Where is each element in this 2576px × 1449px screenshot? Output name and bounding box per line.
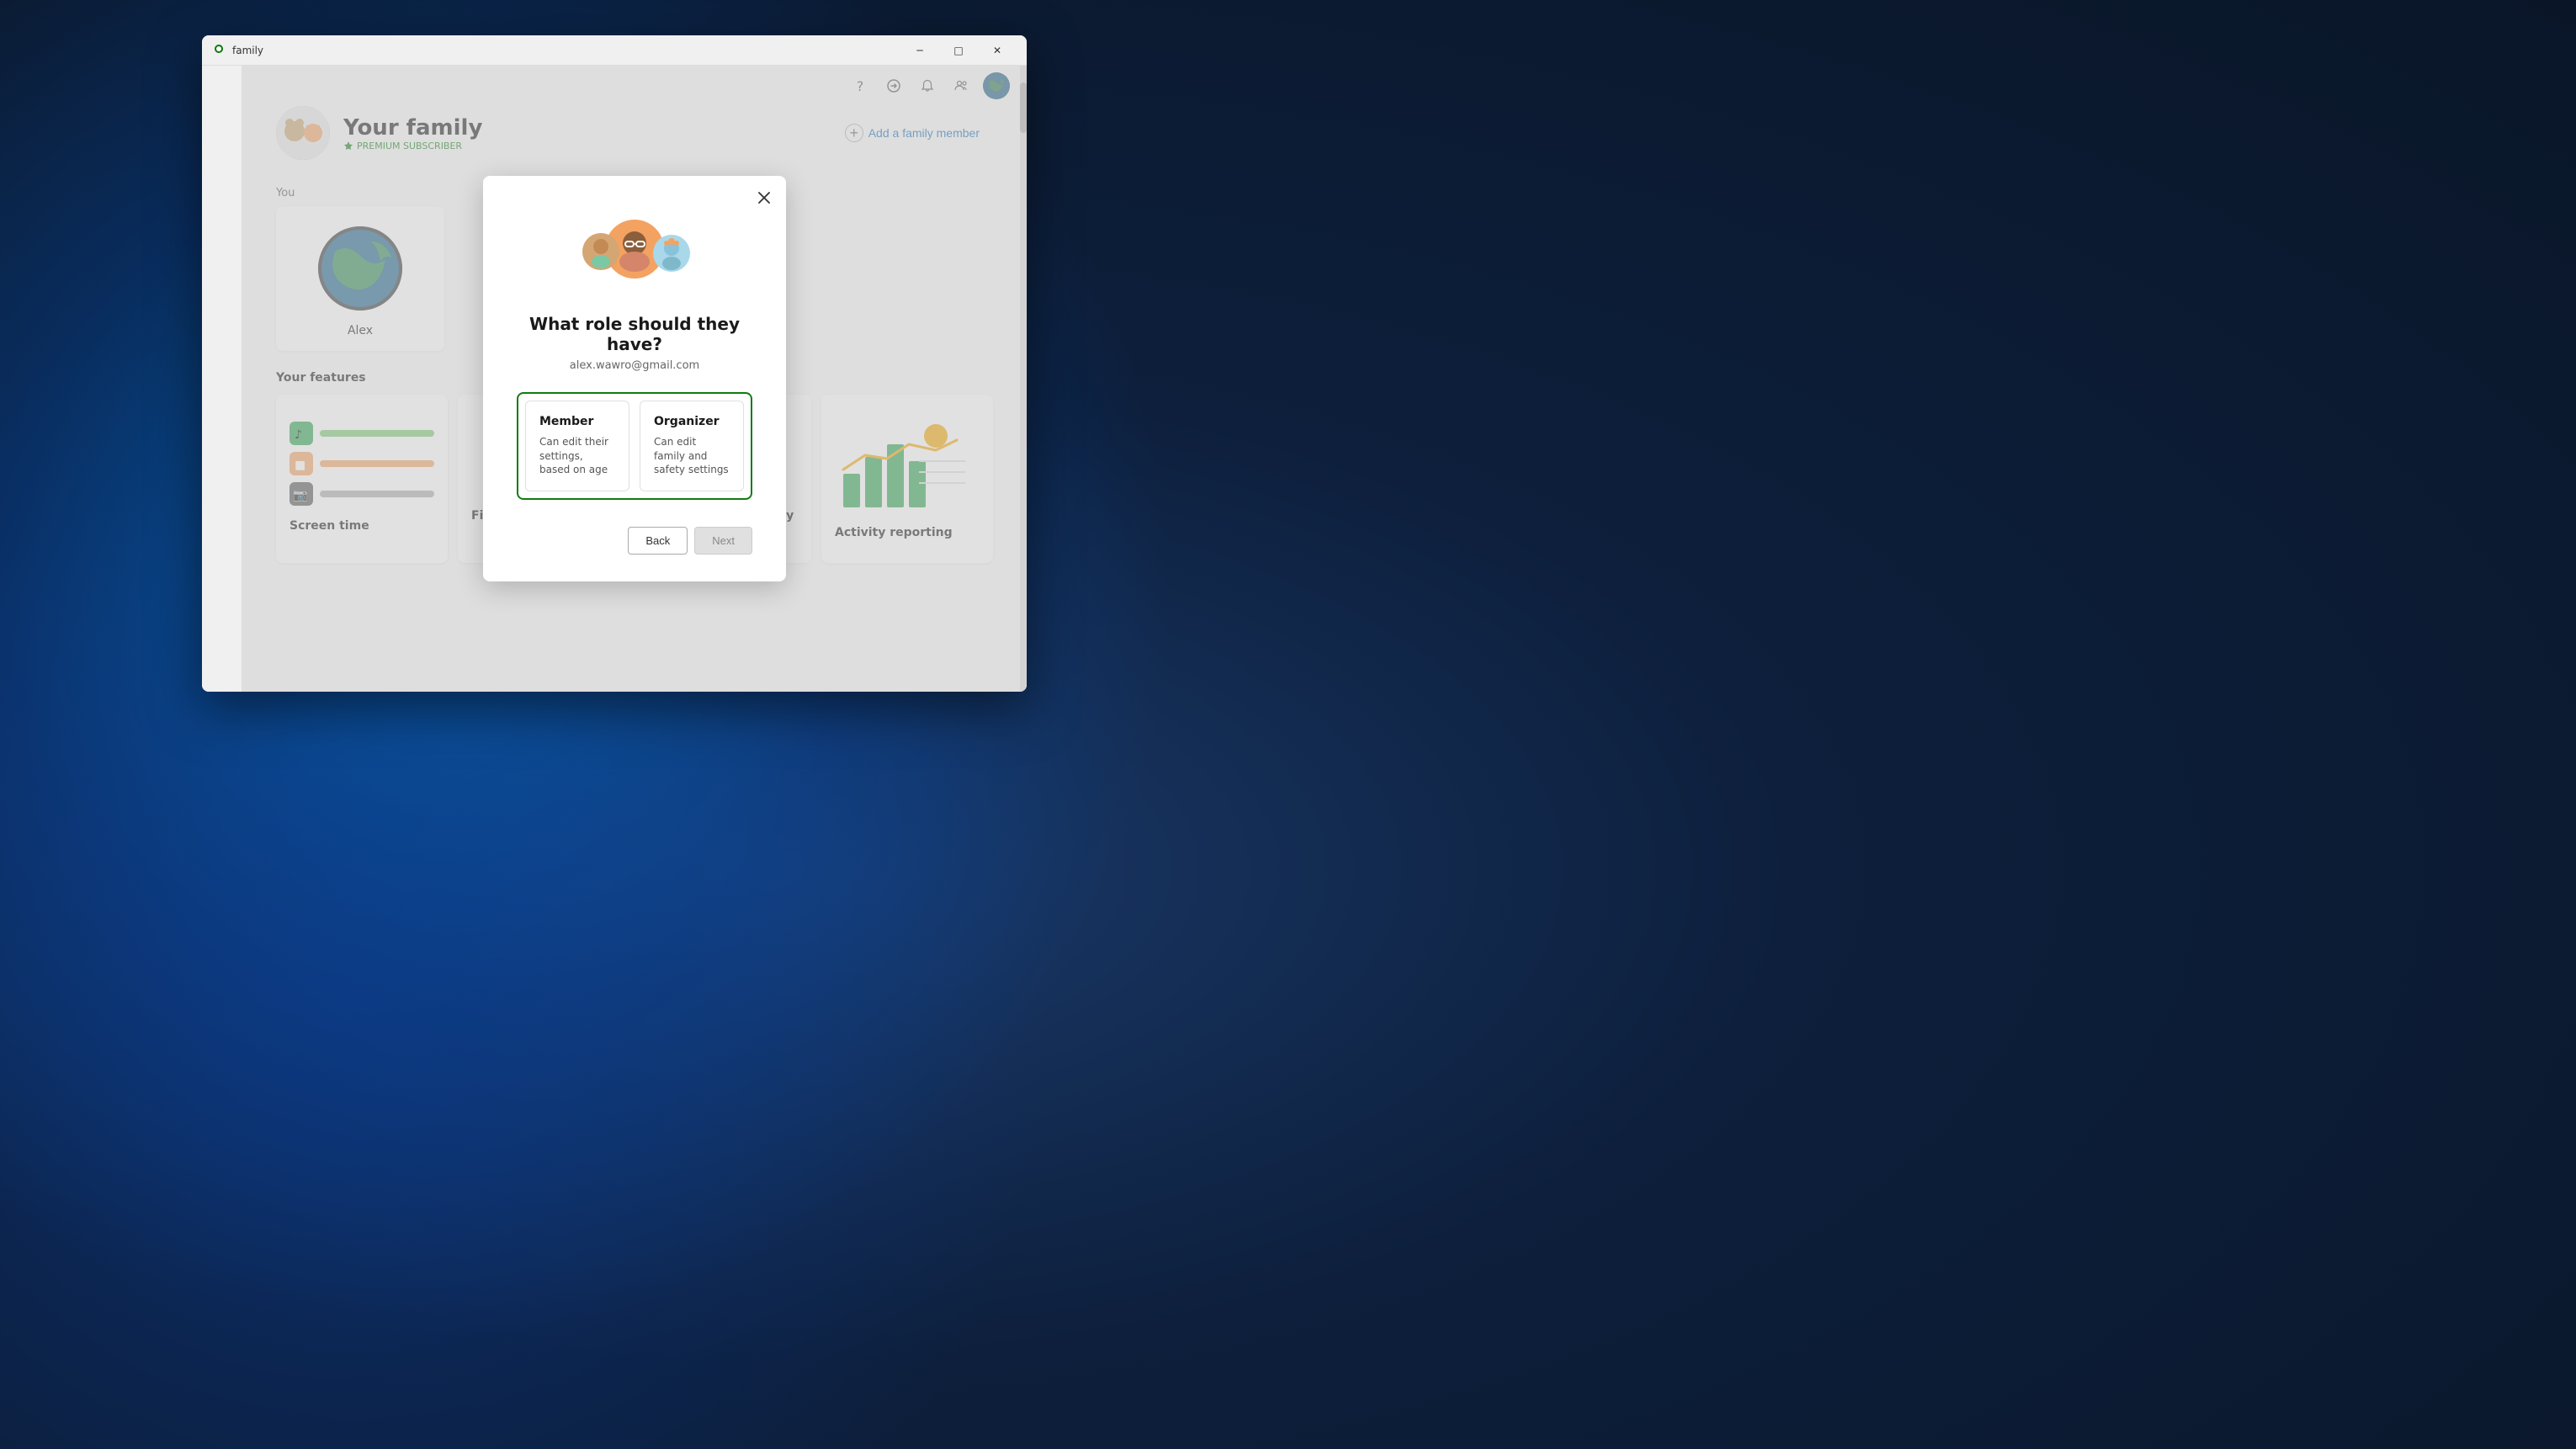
back-button[interactable]: Back: [628, 527, 688, 555]
role-options-container: Member Can edit their settings, based on…: [517, 392, 752, 500]
window-controls: ─ □ ✕: [900, 35, 1017, 66]
organizer-role-desc: Can edit family and safety settings: [654, 435, 730, 477]
member-role-name: Member: [539, 415, 615, 428]
role-selection-modal: What role should they have? alex.wawro@g…: [483, 176, 786, 581]
modal-buttons: Back Next: [517, 527, 752, 555]
member-role-desc: Can edit their settings, based on age: [539, 435, 615, 477]
main-area: ?: [242, 66, 1027, 692]
next-button[interactable]: Next: [694, 527, 752, 555]
window-title: family: [232, 45, 900, 56]
organizer-role-card[interactable]: Organizer Can edit family and safety set…: [640, 401, 744, 491]
organizer-role-name: Organizer: [654, 415, 730, 428]
app-icon: [212, 44, 226, 57]
modal-avatars-group: [517, 210, 752, 294]
maximize-button[interactable]: □: [939, 35, 978, 66]
minimize-button[interactable]: ─: [900, 35, 939, 66]
app-window: family ─ □ ✕ ?: [202, 35, 1027, 692]
modal-close-button[interactable]: [752, 186, 776, 210]
modal-email: alex.wawro@gmail.com: [517, 359, 752, 372]
modal-title: What role should they have?: [517, 314, 752, 354]
app-content: ?: [202, 66, 1027, 692]
modal-overlay: What role should they have? alex.wawro@g…: [242, 66, 1027, 692]
close-button[interactable]: ✕: [978, 35, 1017, 66]
left-small-avatar: [582, 233, 619, 273]
sidebar: [202, 66, 242, 692]
title-bar: family ─ □ ✕: [202, 35, 1027, 66]
member-role-card[interactable]: Member Can edit their settings, based on…: [525, 401, 629, 491]
right-small-avatar: [653, 235, 690, 275]
